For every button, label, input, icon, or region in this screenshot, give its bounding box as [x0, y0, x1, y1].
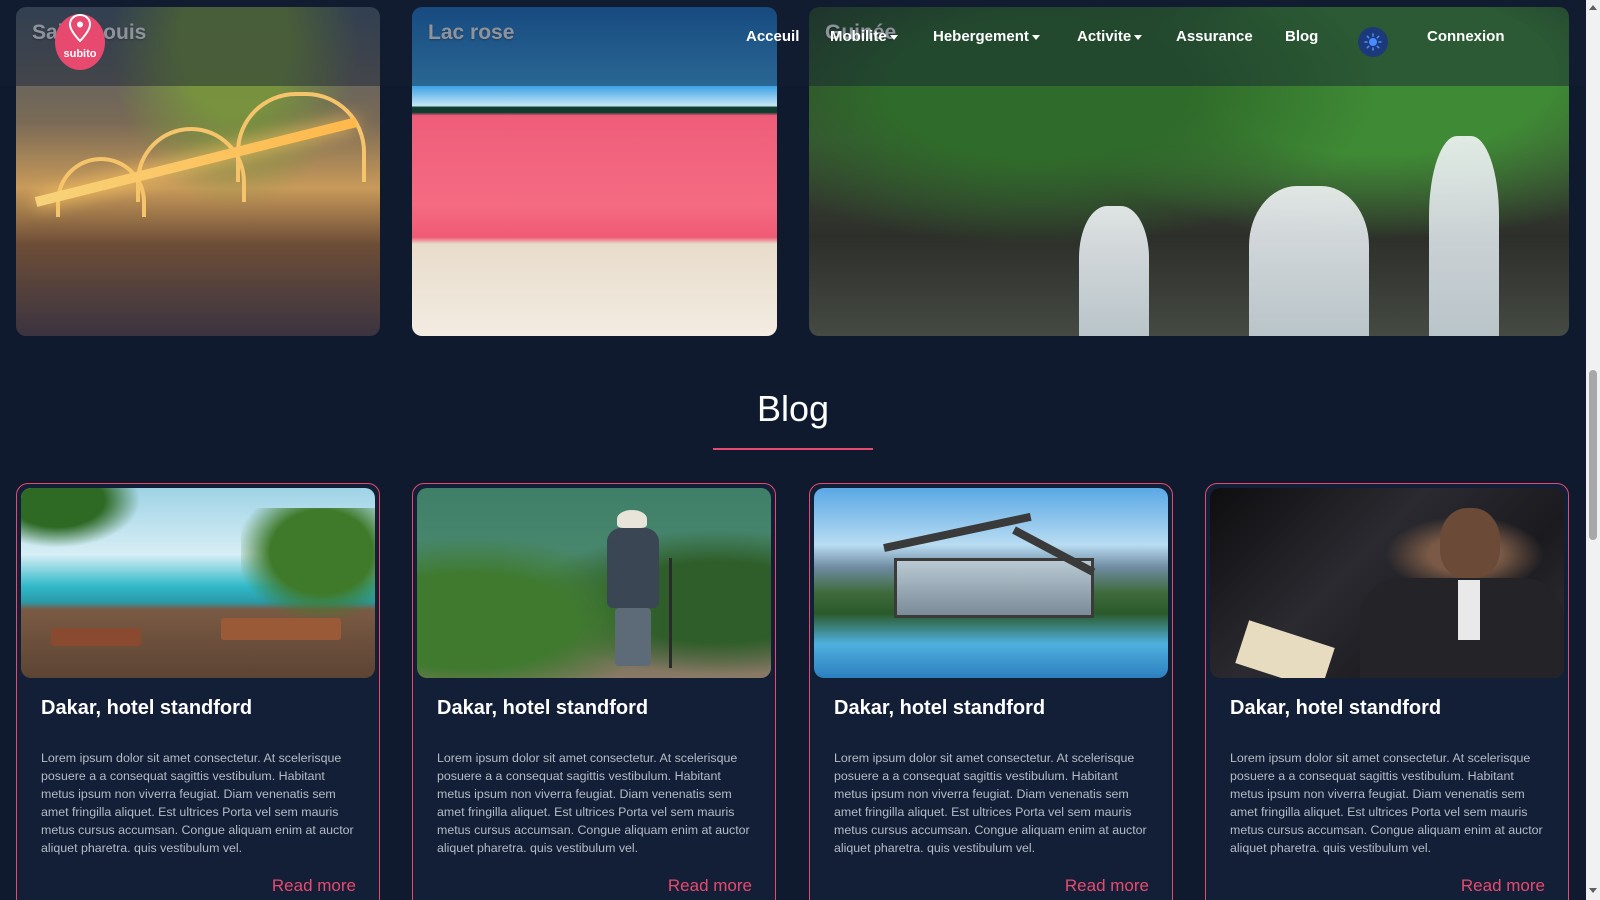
sun-icon — [1364, 33, 1382, 51]
waterfall — [1249, 186, 1369, 336]
nav-acceuil[interactable]: Acceuil — [746, 28, 799, 45]
blog-card-image — [21, 488, 375, 678]
heading-underline — [713, 448, 873, 450]
person-shirt — [1458, 580, 1480, 640]
blog-card-text: Lorem ipsum dolor sit amet consectetur. … — [834, 751, 1147, 855]
connexion-link[interactable]: Connexion — [1427, 28, 1505, 45]
nav-blog-label: Blog — [1285, 28, 1319, 45]
hiker-legs — [615, 608, 651, 666]
chevron-down-icon — [1134, 34, 1143, 40]
blog-heading: Blog — [756, 388, 830, 429]
chevron-down-icon — [1031, 34, 1040, 40]
hiker-hat — [617, 510, 647, 528]
blog-card-image — [1210, 488, 1564, 678]
navbar: subito Acceuil Mobilite Hebergement Acti… — [0, 0, 1600, 86]
blog-card-title: Dakar, hotel standford — [834, 697, 1046, 719]
waterfall — [1429, 136, 1499, 336]
palm-foliage — [21, 488, 141, 548]
nav-assurance[interactable]: Assurance — [1176, 28, 1253, 45]
blog-card[interactable]: Dakar, hotel standford Lorem ipsum dolor… — [412, 483, 776, 900]
hiking-pole — [669, 558, 672, 668]
villa-house — [894, 558, 1094, 618]
blog-card-text: Lorem ipsum dolor sit amet consectetur. … — [437, 751, 750, 855]
nav-hebergement-dropdown[interactable]: Hebergement — [933, 28, 1040, 45]
nav-mobilite-label: Mobilite — [830, 28, 887, 45]
lounge-chair — [51, 628, 141, 646]
page-scrollbar[interactable] — [1586, 0, 1600, 900]
blog-card[interactable]: Dakar, hotel standford Lorem ipsum dolor… — [809, 483, 1173, 900]
location-pin-icon — [68, 14, 92, 42]
read-more-link[interactable]: Read more — [1461, 876, 1545, 896]
nav-acceuil-label: Acceuil — [746, 28, 800, 45]
blog-card[interactable]: Dakar, hotel standford Lorem ipsum dolor… — [16, 483, 380, 900]
blog-card[interactable]: Dakar, hotel standford Lorem ipsum dolor… — [1205, 483, 1569, 900]
palm-foliage — [241, 508, 375, 618]
hiker-backpack — [607, 528, 659, 608]
nav-assurance-label: Assurance — [1176, 28, 1253, 45]
scrollbar-thumb[interactable] — [1589, 370, 1597, 540]
waterfall — [1079, 206, 1149, 336]
blog-card-image — [417, 488, 771, 678]
logo-text: subito — [63, 48, 97, 60]
nav-hebergement-label: Hebergement — [933, 28, 1029, 45]
theme-toggle-button[interactable] — [1358, 27, 1388, 57]
read-more-link[interactable]: Read more — [1065, 876, 1149, 896]
scroll-up-icon[interactable] — [1589, 5, 1597, 10]
nav-mobilite-dropdown[interactable]: Mobilite — [830, 28, 898, 45]
read-more-link[interactable]: Read more — [668, 876, 752, 896]
person-head — [1440, 508, 1500, 578]
blog-card-title: Dakar, hotel standford — [437, 697, 649, 719]
nav-activite-dropdown[interactable]: Activite — [1077, 28, 1143, 45]
blog-card-image — [814, 488, 1168, 678]
notebook — [1235, 620, 1335, 678]
blog-card-text: Lorem ipsum dolor sit amet consectetur. … — [1230, 751, 1543, 855]
logo[interactable]: subito — [55, 14, 105, 70]
chevron-down-icon — [889, 34, 898, 40]
nav-activite-label: Activite — [1077, 28, 1132, 45]
blog-card-title: Dakar, hotel standford — [1230, 697, 1442, 719]
read-more-link[interactable]: Read more — [272, 876, 356, 896]
nav-blog[interactable]: Blog — [1285, 28, 1318, 45]
lounge-chair — [221, 618, 341, 640]
blog-card-title: Dakar, hotel standford — [41, 697, 253, 719]
blog-card-text: Lorem ipsum dolor sit amet consectetur. … — [41, 751, 354, 855]
connexion-label: Connexion — [1427, 28, 1505, 45]
scroll-down-icon[interactable] — [1589, 888, 1597, 893]
villa-roof — [883, 512, 1032, 552]
